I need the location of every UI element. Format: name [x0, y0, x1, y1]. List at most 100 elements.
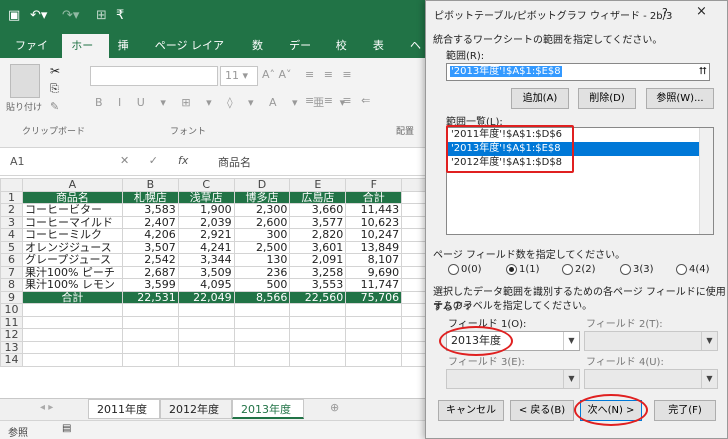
total-cell[interactable]: 22,531	[121, 290, 179, 304]
select-all-corner[interactable]	[0, 178, 23, 192]
finish-button[interactable]: 完了(F)	[654, 400, 716, 421]
font-size-box[interactable]: 11 ▾	[220, 66, 258, 86]
row-header[interactable]: 7	[0, 265, 23, 279]
empty-cell[interactable]	[121, 340, 179, 354]
total-cell[interactable]: 22,049	[177, 290, 235, 304]
page-field-radio[interactable]: 2(2)	[562, 264, 596, 275]
spreadsheet-grid[interactable]: A B C D E F 1 商品名 札幌店 浅草店 博多店 広島店 合計 2 コーヒービター 3,…	[0, 178, 430, 398]
fx-icon[interactable]: fx	[178, 154, 188, 167]
help-button[interactable]: ?	[662, 6, 668, 19]
back-button[interactable]: < 戻る(B)	[510, 400, 574, 421]
row-header[interactable]: 14	[0, 353, 23, 367]
row-header[interactable]: 1	[0, 190, 23, 204]
chevron-down-icon[interactable]: ▼	[563, 332, 579, 350]
tab-review[interactable]: 校閲	[327, 34, 364, 76]
value-cell[interactable]: 300	[233, 228, 291, 242]
empty-cell[interactable]	[289, 353, 347, 367]
column-header[interactable]: D	[233, 178, 291, 192]
value-cell[interactable]: 3,583	[121, 203, 179, 217]
add-sheet-icon[interactable]: ⊕	[330, 401, 339, 414]
value-cell[interactable]: 2,407	[121, 215, 179, 229]
value-cell[interactable]: 3,599	[121, 278, 179, 292]
total-cell[interactable]: 8,566	[233, 290, 291, 304]
value-cell[interactable]: 2,500	[233, 240, 291, 254]
value-cell[interactable]: 3,577	[289, 215, 347, 229]
value-cell[interactable]: 1,900	[177, 203, 235, 217]
header-cell[interactable]: 札幌店	[121, 190, 179, 204]
customize-icon[interactable]: ⊞	[96, 8, 107, 23]
row-header[interactable]: 2	[0, 203, 23, 217]
empty-cell[interactable]	[289, 340, 347, 354]
product-name-cell[interactable]: 果汁100% レモン	[21, 278, 123, 292]
empty-cell[interactable]	[21, 340, 123, 354]
sheet-tab-2012[interactable]: 2012年度	[160, 399, 232, 419]
empty-cell[interactable]	[345, 353, 403, 367]
tab-insert[interactable]: 挿入	[109, 34, 146, 76]
column-header[interactable]: F	[345, 178, 403, 192]
column-header[interactable]: C	[177, 178, 235, 192]
tab-home[interactable]: ホーム	[62, 34, 109, 76]
product-name-cell[interactable]: グレープジュース	[21, 253, 123, 267]
empty-cell[interactable]	[233, 353, 291, 367]
sheet-tab-2011[interactable]: 2011年度	[88, 399, 160, 419]
empty-cell[interactable]	[177, 315, 235, 329]
value-cell[interactable]: 13,849	[345, 240, 403, 254]
tab-view[interactable]: 表示	[364, 34, 401, 76]
total-cell[interactable]: 22,560	[289, 290, 347, 304]
copy-icon[interactable]: ⎘	[50, 82, 59, 96]
row-header[interactable]: 11	[0, 315, 23, 329]
column-header[interactable]: E	[289, 178, 347, 192]
value-cell[interactable]: 4,206	[121, 228, 179, 242]
value-cell[interactable]: 2,687	[121, 265, 179, 279]
row-header[interactable]: 6	[0, 253, 23, 267]
save-icon[interactable]: ▣	[8, 8, 20, 23]
align-bottom-icons[interactable]: ≡ ≡ ≡ ⇐	[305, 94, 373, 107]
row-header[interactable]: 13	[0, 340, 23, 354]
tab-page-layout[interactable]: ページ レイアウト	[146, 34, 243, 76]
empty-cell[interactable]	[233, 340, 291, 354]
empty-cell[interactable]	[177, 353, 235, 367]
header-cell[interactable]: 商品名	[21, 190, 123, 204]
row-header[interactable]: 8	[0, 278, 23, 292]
empty-cell[interactable]	[233, 315, 291, 329]
empty-cell[interactable]	[289, 303, 347, 317]
value-cell[interactable]: 236	[233, 265, 291, 279]
column-header[interactable]: A	[21, 178, 123, 192]
product-name-cell[interactable]: 果汁100% ピーチ	[21, 265, 123, 279]
value-cell[interactable]: 3,344	[177, 253, 235, 267]
collapse-dialog-icon[interactable]: ⮅	[699, 64, 707, 80]
empty-cell[interactable]	[289, 328, 347, 342]
value-cell[interactable]: 2,600	[233, 215, 291, 229]
empty-cell[interactable]	[21, 353, 123, 367]
empty-cell[interactable]	[289, 315, 347, 329]
tab-file[interactable]: ファイル	[6, 34, 62, 76]
total-cell[interactable]: 75,706	[345, 290, 403, 304]
cut-icon[interactable]: ✂	[50, 64, 60, 78]
page-field-radio[interactable]: 1(1)	[506, 264, 540, 275]
value-cell[interactable]: 10,623	[345, 215, 403, 229]
page-field-radio[interactable]: 3(3)	[620, 264, 654, 275]
empty-cell[interactable]	[121, 315, 179, 329]
delete-button[interactable]: 削除(D)	[578, 88, 636, 109]
redo-icon[interactable]: ↷▾	[62, 8, 79, 23]
worksheet-table[interactable]: A B C D E F 1 商品名 札幌店 浅草店 博多店 広島店 合計 2 コーヒービター 3,…	[0, 178, 430, 367]
radio-icon[interactable]	[448, 264, 459, 275]
quick-access-menu-icon[interactable]: ₹	[116, 8, 124, 23]
sheet-nav-arrows[interactable]: ◂ ▸	[40, 402, 53, 413]
header-cell[interactable]: 博多店	[233, 190, 291, 204]
row-header[interactable]: 10	[0, 303, 23, 317]
chevron-down-icon[interactable]: ▼	[701, 332, 717, 350]
empty-cell[interactable]	[121, 328, 179, 342]
value-cell[interactable]: 3,507	[121, 240, 179, 254]
empty-cell[interactable]	[233, 328, 291, 342]
paste-icon[interactable]	[10, 64, 40, 98]
value-cell[interactable]: 130	[233, 253, 291, 267]
value-cell[interactable]: 3,553	[289, 278, 347, 292]
row-header[interactable]: 3	[0, 215, 23, 229]
empty-cell[interactable]	[21, 315, 123, 329]
total-cell[interactable]: 合計	[21, 290, 123, 304]
page-field-radio[interactable]: 0(0)	[448, 264, 482, 275]
undo-icon[interactable]: ↶▾	[30, 8, 47, 23]
value-cell[interactable]: 2,091	[289, 253, 347, 267]
empty-cell[interactable]	[21, 328, 123, 342]
